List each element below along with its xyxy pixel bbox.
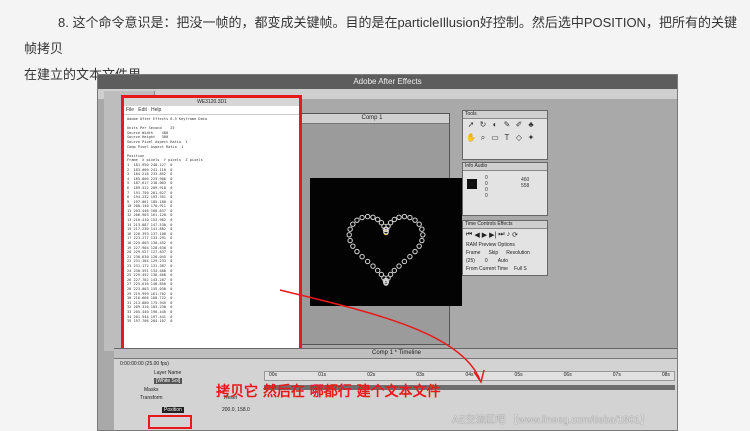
arrow-overlay (279, 289, 485, 384)
watermark: AE交流区吧 【www.lineeg.com/tieba/1801】 (452, 415, 650, 426)
annotation-text: 拷贝它 然后在 哪都行 建个文本文件 (216, 384, 441, 400)
arrow-line (279, 289, 481, 381)
